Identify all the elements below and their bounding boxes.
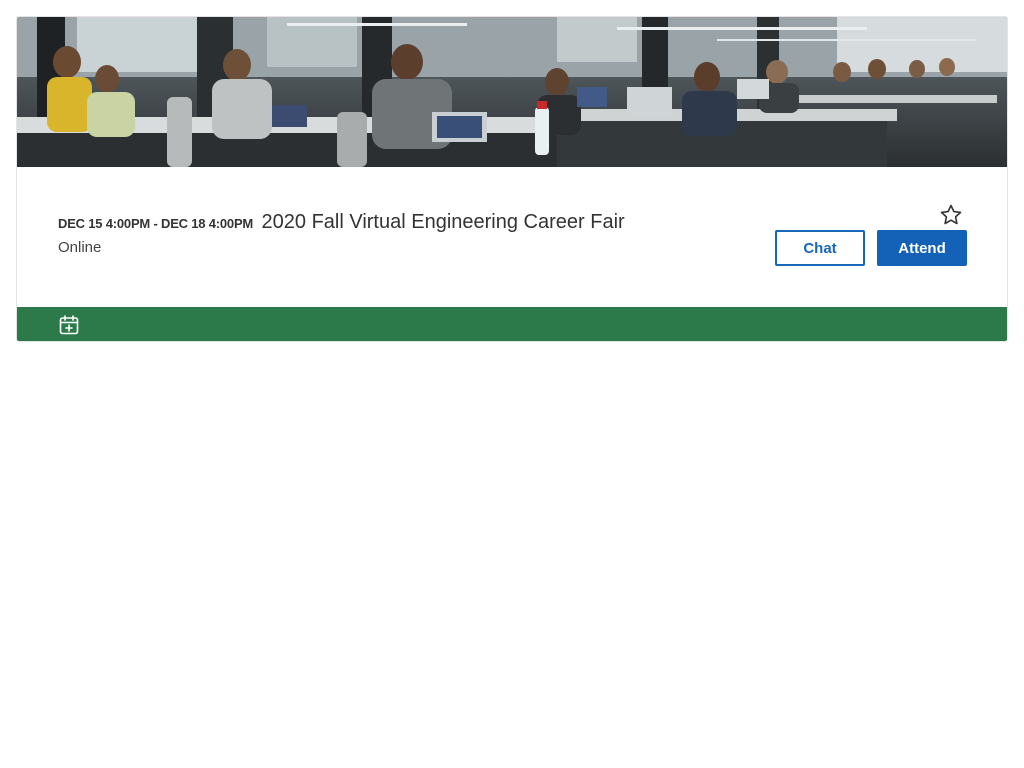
event-footer-bar	[17, 307, 1007, 341]
event-date-range: DEC 15 4:00PM - DEC 18 4:00PM	[58, 216, 254, 231]
calendar-add-icon[interactable]	[58, 314, 80, 336]
event-details: DEC 15 4:00PM - DEC 18 4:00PM 2020 Fall …	[17, 167, 1007, 307]
event-location: Online	[58, 239, 102, 256]
attend-button[interactable]: Attend	[877, 230, 967, 266]
star-outline-icon[interactable]	[939, 203, 963, 227]
event-card: DEC 15 4:00PM - DEC 18 4:00PM 2020 Fall …	[16, 16, 1008, 342]
event-banner-image	[17, 17, 1007, 167]
event-headline: DEC 15 4:00PM - DEC 18 4:00PM 2020 Fall …	[58, 211, 625, 234]
chat-button[interactable]: Chat	[775, 230, 865, 266]
event-title[interactable]: 2020 Fall Virtual Engineering Career Fai…	[262, 211, 625, 233]
